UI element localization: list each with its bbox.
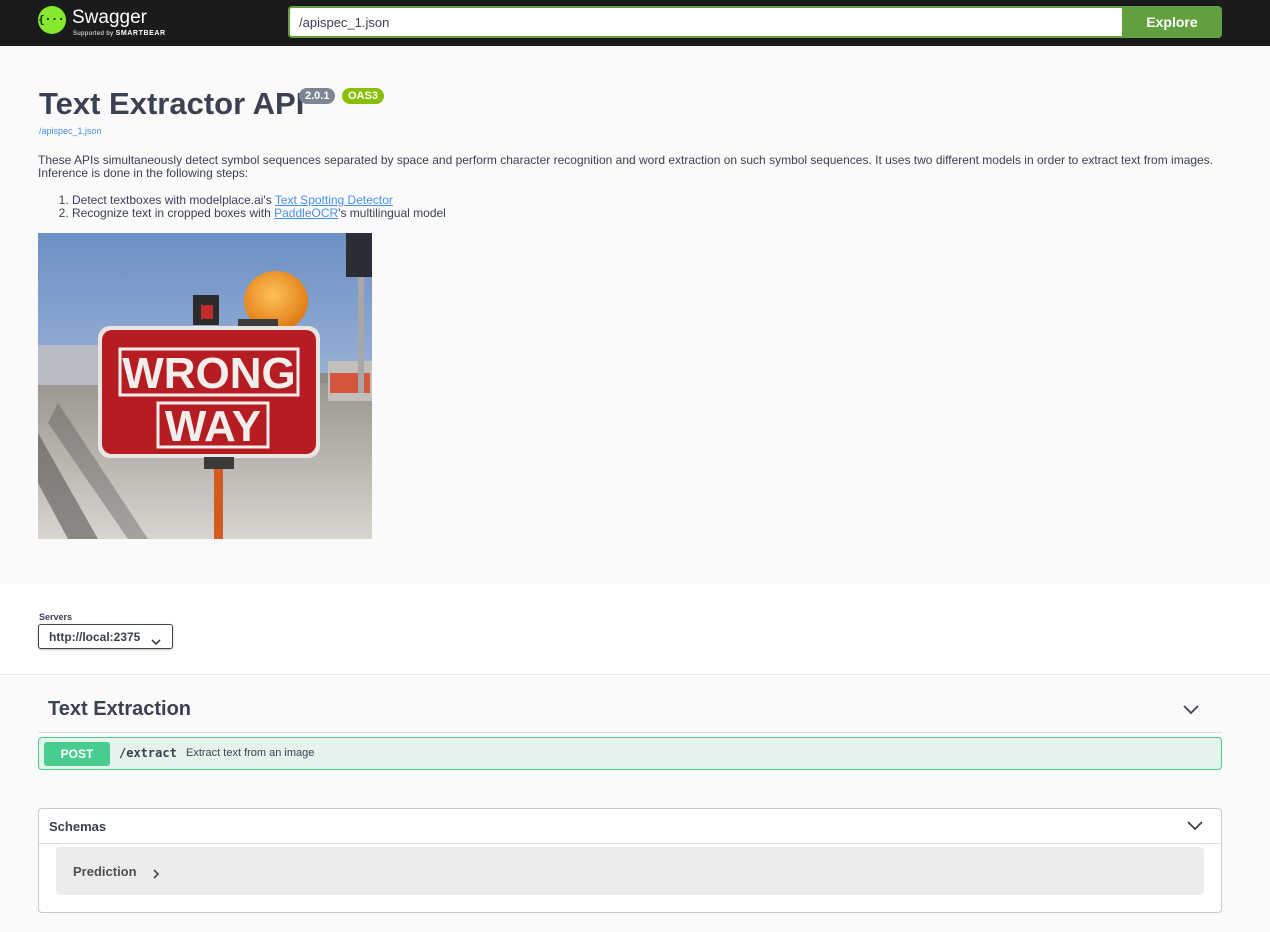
logo-name: Swagger [72,7,147,28]
step-text: Recognize text in cropped boxes with [72,206,275,220]
operation-path: /extract [119,746,177,760]
topbar: {···} Swagger Supported by SMARTBEAR Exp… [0,0,1270,46]
logo-tagline-prefix: Supported by [73,31,114,37]
operation-summary: Extract text from an image [186,747,315,759]
tag-divider [38,732,1222,733]
api-description: These APIs simultaneously detect symbol … [38,153,1214,180]
servers-section: Servers http://local:2375 [0,584,1270,675]
chevron-down-icon [1187,819,1203,837]
step-item: Recognize text in cropped boxes with Pad… [72,207,446,220]
steps-list: Detect textboxes with modelplace.ai's Te… [38,194,446,220]
model-prediction[interactable]: Prediction [56,847,1204,895]
spec-url-input[interactable] [288,6,1122,38]
tag-collapse-chevron-icon[interactable] [1183,703,1199,721]
method-badge: POST [44,742,110,766]
chevron-right-icon [152,866,160,884]
paddleocr-link[interactable]: PaddleOCR [274,206,338,220]
oas-badge: OAS3 [342,88,384,104]
schemas-title: Schemas [49,819,107,834]
servers-label: Servers [39,612,73,622]
chevron-down-icon [151,633,161,651]
sign-text-line1: WRONG [122,349,296,398]
logo-tagline-brand: SMARTBEAR [115,30,166,37]
schemas-header[interactable]: Schemas [39,809,1221,844]
swagger-logo-icon: {···} [38,6,71,34]
text-spotting-detector-link[interactable]: Text Spotting Detector [275,193,393,207]
api-title: Text Extractor API [39,86,305,121]
server-selected-value: http://local:2375 [49,630,141,644]
spec-link[interactable]: /apispec_1.json [39,126,102,136]
model-name: Prediction [73,864,137,879]
server-select[interactable]: http://local:2375 [38,624,173,649]
wrong-way-sign-image: WRONG WAY [38,233,372,539]
step-text: Detect textboxes with modelplace.ai's [72,193,275,207]
schemas-section: Schemas Prediction [38,808,1222,913]
tag-title[interactable]: Text Extraction [48,698,191,721]
explore-button[interactable]: Explore [1122,6,1222,38]
sign-text-line2: WAY [165,402,261,451]
version-badge: 2.0.1 [299,88,336,104]
logo-tagline: Supported by SMARTBEAR [73,30,166,37]
step-text: 's multilingual model [338,206,446,220]
operation-post-extract[interactable]: POST /extract Extract text from an image [38,737,1222,770]
